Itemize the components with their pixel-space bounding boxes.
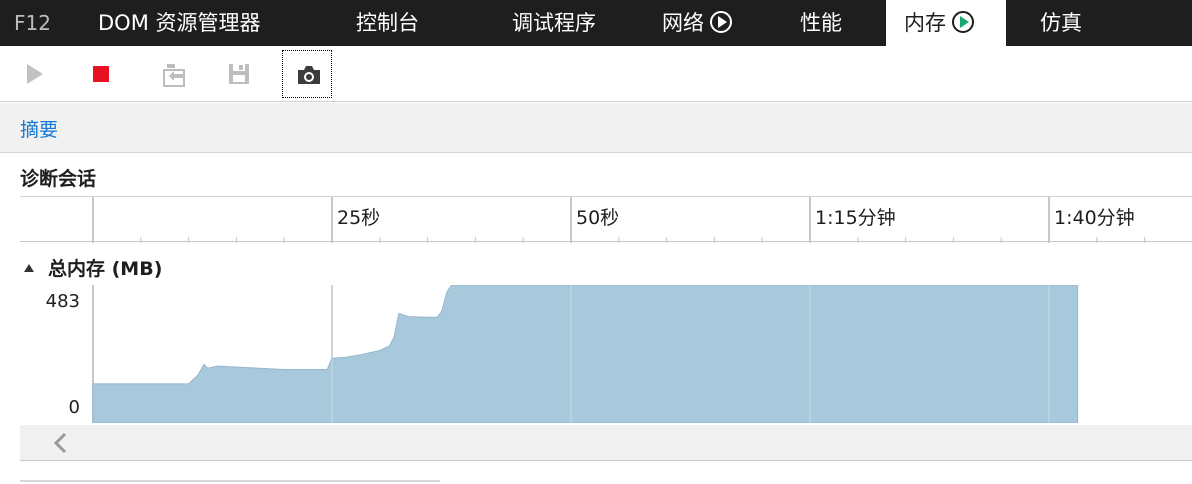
camera-icon xyxy=(298,66,320,84)
chevron-left-icon[interactable] xyxy=(50,431,70,455)
diagnostic-session-title: 诊断会话 xyxy=(20,168,97,190)
devtools-tab-bar: F12 DOM 资源管理器 控制台 调试程序 网络 性能 内存 仿真 xyxy=(0,0,1192,46)
tab-memory-label: 内存 xyxy=(904,11,946,35)
timeline-ruler[interactable]: 25秒 50秒 1:15分钟 1:40分钟 xyxy=(20,196,1192,243)
network-recording-icon xyxy=(710,11,732,33)
tab-performance[interactable]: 性能 xyxy=(800,0,842,46)
import-button[interactable] xyxy=(148,50,198,98)
play-icon xyxy=(27,64,43,84)
tab-console[interactable]: 控制台 xyxy=(356,0,419,46)
save-icon xyxy=(229,64,249,84)
tab-network-label: 网络 xyxy=(662,11,704,35)
tab-console-label: 控制台 xyxy=(356,11,419,35)
memory-area-series xyxy=(92,285,1079,423)
tab-emulation[interactable]: 仿真 xyxy=(1040,0,1082,46)
ruler-tick-label: 50秒 xyxy=(576,207,619,229)
memory-toolbar xyxy=(0,46,1192,102)
tab-performance-label: 性能 xyxy=(800,11,842,35)
import-icon xyxy=(163,64,185,87)
tab-f12[interactable]: F12 xyxy=(14,0,51,46)
take-snapshot-button[interactable] xyxy=(282,50,332,98)
memory-recording-icon xyxy=(952,11,974,33)
ruler-tick-label: 1:40分钟 xyxy=(1054,207,1135,229)
stop-icon xyxy=(93,66,109,82)
total-memory-chart-svg xyxy=(92,285,1079,423)
total-memory-header[interactable]: 总内存 (MB) xyxy=(24,254,162,281)
collapse-triangle-icon[interactable] xyxy=(24,264,34,272)
total-memory-chart[interactable] xyxy=(20,285,1192,423)
tab-dom-explorer[interactable]: DOM 资源管理器 xyxy=(98,0,261,46)
ruler-tick-label: 25秒 xyxy=(337,207,380,229)
tab-emulation-label: 仿真 xyxy=(1040,11,1082,35)
summary-link[interactable]: 摘要 xyxy=(20,115,58,142)
total-memory-label: 总内存 (MB) xyxy=(48,258,163,280)
ruler-tick-label: 1:15分钟 xyxy=(815,207,896,229)
tab-debugger[interactable]: 调试程序 xyxy=(512,0,596,46)
start-profiling-button[interactable] xyxy=(10,50,60,98)
timeline-ruler-svg: 25秒 50秒 1:15分钟 1:40分钟 xyxy=(92,197,1146,243)
divider xyxy=(20,480,440,482)
tab-debugger-label: 调试程序 xyxy=(512,11,596,35)
tab-dom-explorer-label: DOM 资源管理器 xyxy=(98,11,261,35)
tab-f12-label: F12 xyxy=(14,11,51,35)
summary-bar: 摘要 xyxy=(0,103,1192,153)
stop-profiling-button[interactable] xyxy=(76,50,126,98)
tab-network[interactable]: 网络 xyxy=(662,0,732,46)
timeline-horizontal-scrollbar[interactable] xyxy=(20,425,1192,461)
tab-memory[interactable]: 内存 xyxy=(886,0,1006,46)
save-button[interactable] xyxy=(214,50,264,98)
